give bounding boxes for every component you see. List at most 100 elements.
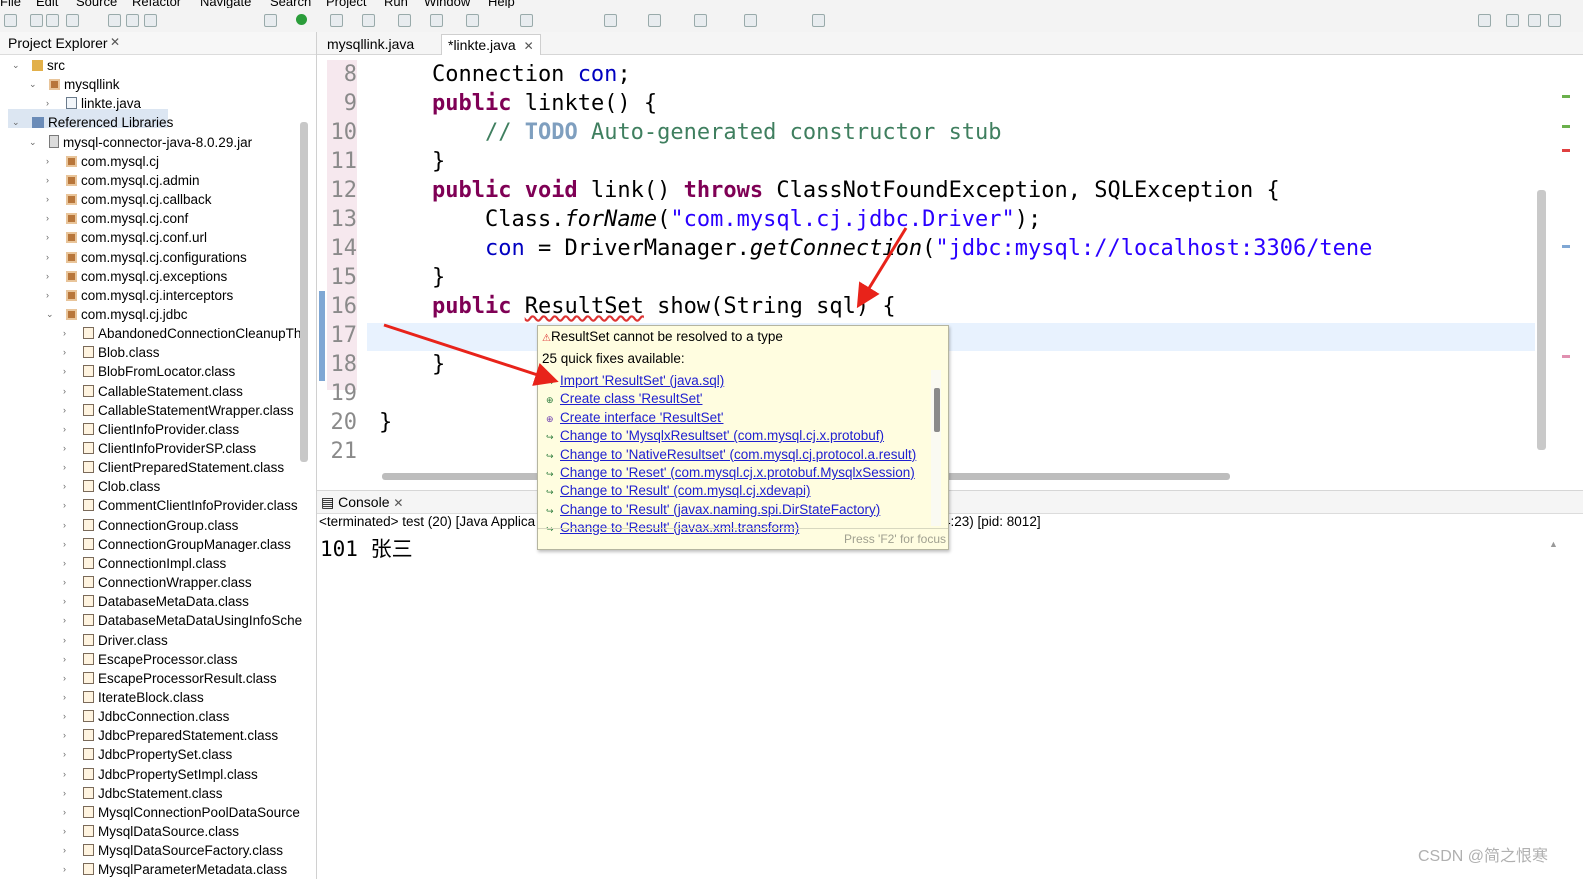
save-all-icon[interactable] xyxy=(46,14,59,27)
console-output[interactable]: 101 张三 xyxy=(320,533,413,563)
tree-item[interactable]: › com.mysql.cj.callback xyxy=(46,190,212,209)
editor-vscrollbar[interactable] xyxy=(1537,190,1546,450)
quick-fix-link[interactable]: Change to 'MysqlxResultset' (com.mysql.c… xyxy=(560,428,884,443)
tree-item[interactable]: › ClientInfoProvider.class xyxy=(63,420,239,439)
debug-icon[interactable] xyxy=(264,14,277,27)
expand-twisty-icon[interactable]: ⌄ xyxy=(29,75,39,94)
expand-twisty-icon[interactable]: ⌄ xyxy=(46,305,56,324)
tree-item[interactable]: › JdbcStatement.class xyxy=(63,784,223,803)
tree-item[interactable]: › ConnectionWrapper.class xyxy=(63,573,252,592)
explorer-scrollbar[interactable] xyxy=(300,122,308,462)
print-icon[interactable] xyxy=(66,14,79,27)
tree-item[interactable]: › MysqlParameterMetadata.class xyxy=(63,860,287,879)
search-icon[interactable] xyxy=(1478,14,1491,27)
tree-item[interactable]: › ClientInfoProviderSP.class xyxy=(63,439,256,458)
tree-item[interactable]: › com.mysql.cj.conf xyxy=(46,209,188,228)
expand-twisty-icon[interactable]: › xyxy=(63,477,73,496)
tree-item[interactable]: › ConnectionGroup.class xyxy=(63,516,238,535)
scroll-up-icon[interactable]: ▲ xyxy=(1549,539,1558,549)
quick-fix-scroll-thumb[interactable] xyxy=(934,388,940,432)
expand-twisty-icon[interactable]: ⌄ xyxy=(12,56,22,75)
expand-twisty-icon[interactable]: › xyxy=(46,171,56,190)
tree-item[interactable]: › DatabaseMetaData.class xyxy=(63,592,249,611)
pin-editor-icon[interactable] xyxy=(812,14,825,27)
quick-fix-item[interactable]: ↪ Change to 'Result' (com.mysql.cj.xdevap… xyxy=(546,482,811,500)
expand-twisty-icon[interactable]: › xyxy=(63,784,73,803)
close-icon[interactable]: ✕ xyxy=(110,35,120,49)
ruler-marker[interactable] xyxy=(1562,95,1570,98)
tree-item[interactable]: › com.mysql.cj.configurations xyxy=(46,248,247,267)
tree-item[interactable]: ⌄ mysqllink xyxy=(29,75,120,94)
menu-item-source[interactable]: Source xyxy=(76,0,117,8)
tree-item[interactable]: › IterateBlock.class xyxy=(63,688,204,707)
expand-twisty-icon[interactable]: ⌄ xyxy=(12,113,22,132)
expand-twisty-icon[interactable]: › xyxy=(63,382,73,401)
toggle-mark-icon[interactable] xyxy=(604,14,617,27)
menu-item-window[interactable]: Window xyxy=(424,0,470,8)
code-line[interactable]: // TODO Auto-generated constructor stub xyxy=(379,118,1002,147)
code-line[interactable]: } xyxy=(379,408,392,437)
open-perspective-icon[interactable] xyxy=(1506,14,1519,27)
suspend-icon[interactable] xyxy=(126,14,139,27)
tab-mysqllink-java[interactable]: mysqllink.java xyxy=(321,34,420,54)
expand-twisty-icon[interactable]: › xyxy=(63,592,73,611)
quick-fix-item[interactable]: ↪ Change to 'NativeResultset' (com.mysql.… xyxy=(546,446,916,464)
quick-fix-link[interactable]: Change to 'NativeResultset' (com.mysql.c… xyxy=(560,447,916,462)
expand-twisty-icon[interactable]: › xyxy=(63,496,73,515)
quick-fix-item[interactable]: ↪ Change to 'Reset' (com.mysql.cj.x.proto… xyxy=(546,464,915,482)
tree-item[interactable]: › EscapeProcessor.class xyxy=(63,650,238,669)
tree-item[interactable]: › Blob.class xyxy=(63,343,160,362)
code-line[interactable]: } xyxy=(379,147,445,176)
quick-fix-item[interactable]: ↪ Change to 'Result' (javax.naming.spi.Di… xyxy=(546,501,880,519)
tree-item[interactable]: › CallableStatementWrapper.class xyxy=(63,401,294,420)
tree-item[interactable]: › ClientPreparedStatement.class xyxy=(63,458,284,477)
expand-twisty-icon[interactable]: › xyxy=(46,248,56,267)
menu-item-edit[interactable]: Edit xyxy=(36,0,58,8)
tree-item[interactable]: › MysqlConnectionPoolDataSource xyxy=(63,803,300,822)
tree-item[interactable]: › JdbcConnection.class xyxy=(63,707,229,726)
expand-twisty-icon[interactable]: › xyxy=(63,841,73,860)
expand-twisty-icon[interactable]: › xyxy=(63,535,73,554)
expand-twisty-icon[interactable]: › xyxy=(46,152,56,171)
quick-fix-link[interactable]: Create class 'ResultSet' xyxy=(560,391,702,406)
tree-item[interactable]: › JdbcPropertySet.class xyxy=(63,745,232,764)
expand-twisty-icon[interactable]: › xyxy=(63,343,73,362)
tree-item[interactable]: › ConnectionImpl.class xyxy=(63,554,226,573)
quick-fix-popup[interactable]: ⚠ResultSet cannot be resolved to a type … xyxy=(537,325,949,550)
tree-item[interactable]: ⌄ Referenced Libraries xyxy=(12,113,173,132)
ruler-marker[interactable] xyxy=(1562,149,1570,152)
tree-item[interactable]: ⌄ com.mysql.cj.jdbc xyxy=(46,305,188,324)
tree-item[interactable]: ⌄ src xyxy=(12,56,65,75)
tree-item[interactable]: › MysqlDataSource.class xyxy=(63,822,239,841)
expand-twisty-icon[interactable]: › xyxy=(63,516,73,535)
expand-twisty-icon[interactable]: › xyxy=(63,707,73,726)
tree-item[interactable]: › com.mysql.cj xyxy=(46,152,159,171)
tree-item[interactable]: › BlobFromLocator.class xyxy=(63,362,235,381)
tab-linkte-java[interactable]: *linkte.java ✕ xyxy=(441,34,541,55)
quick-fix-item[interactable]: ⊕ Create interface 'ResultSet' xyxy=(546,409,723,427)
ruler-marker[interactable] xyxy=(1562,125,1570,128)
menu-item-project[interactable]: Project xyxy=(326,0,366,8)
tree-item[interactable]: › AbandonedConnectionCleanupTh xyxy=(63,324,301,343)
expand-twisty-icon[interactable]: › xyxy=(63,765,73,784)
skip-icon[interactable] xyxy=(108,14,121,27)
coverage-icon[interactable] xyxy=(330,14,343,27)
menu-item-refactor[interactable]: Refactor xyxy=(132,0,181,8)
code-line[interactable]: public void link() throws ClassNotFoundE… xyxy=(379,176,1280,205)
expand-twisty-icon[interactable]: › xyxy=(63,745,73,764)
expand-twisty-icon[interactable]: › xyxy=(63,860,73,879)
expand-twisty-icon[interactable]: ⌄ xyxy=(29,133,39,152)
expand-twisty-icon[interactable]: › xyxy=(46,286,56,305)
console-tab[interactable]: ▤ Console ✕ xyxy=(317,491,1583,514)
quick-fix-link[interactable]: Create interface 'ResultSet' xyxy=(560,410,723,425)
tree-item[interactable]: › JdbcPreparedStatement.class xyxy=(63,726,278,745)
menu-item-run[interactable]: Run xyxy=(384,0,408,8)
code-line[interactable]: } xyxy=(379,350,445,379)
terminate-icon[interactable] xyxy=(144,14,157,27)
debug-perspective-icon[interactable] xyxy=(1548,14,1561,27)
back-icon[interactable] xyxy=(694,14,707,27)
code-line[interactable]: public ResultSet show(String sql) { xyxy=(379,292,896,321)
tree-item[interactable]: › MysqlDataSourceFactory.class xyxy=(63,841,283,860)
run-icon[interactable] xyxy=(296,14,307,25)
tree-item[interactable]: › JdbcPropertySetImpl.class xyxy=(63,765,258,784)
